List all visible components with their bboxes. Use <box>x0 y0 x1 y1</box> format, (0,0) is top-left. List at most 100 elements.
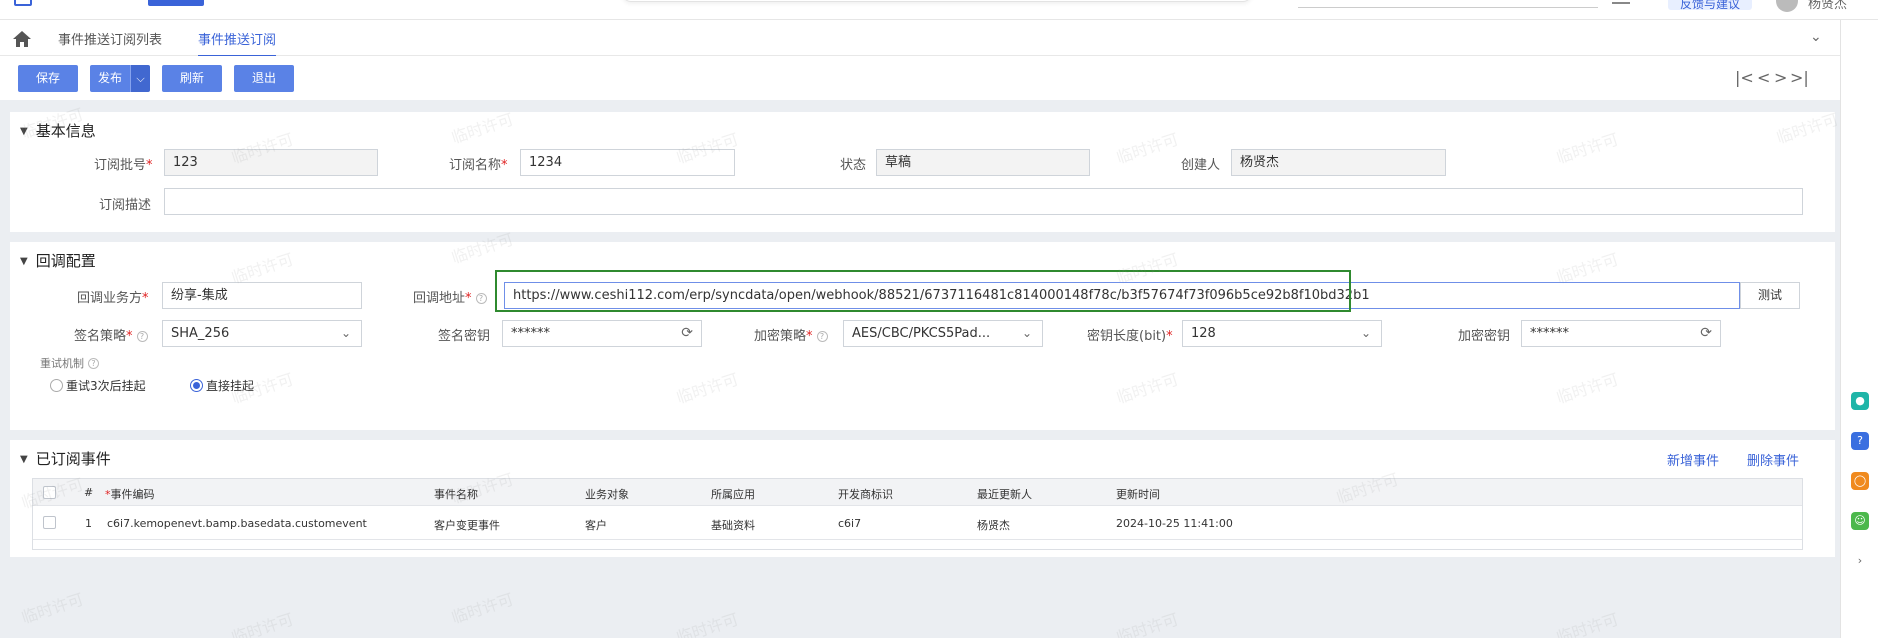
feedback-button[interactable]: 反馈与建议 <box>1668 0 1752 11</box>
sign-policy-label: 签名策略*? <box>74 325 148 344</box>
creator-label: 创建人 <box>1181 158 1221 173</box>
name-field[interactable]: 1234 <box>520 149 735 176</box>
party-field[interactable]: 纷享-集成 <box>162 282 362 309</box>
exit-button[interactable]: 退出 <box>234 65 294 92</box>
retry-label: 重试机制? <box>40 355 99 371</box>
toolbar: 保存 发布 ⌵ 刷新 退出 |< < > >| <box>0 56 1840 100</box>
desc-field[interactable] <box>164 188 1803 215</box>
encrypt-key-field[interactable]: ****** ⟳ <box>1521 320 1721 347</box>
name-label: 订阅名称* <box>449 158 508 173</box>
user-name[interactable]: 杨贤杰 <box>1808 0 1847 12</box>
events-title[interactable]: ▼ 已订阅事件 <box>20 448 111 469</box>
batch-label: 订阅批号* <box>94 158 153 173</box>
smile-icon[interactable]: ☺ <box>1851 512 1869 530</box>
cell-app: 基础资料 <box>711 519 755 532</box>
caret-down-icon[interactable]: ▼ <box>20 126 28 137</box>
refresh-icon[interactable]: ⟳ <box>681 321 693 346</box>
url-highlight-box <box>495 270 1351 312</box>
last-page-icon[interactable]: >| <box>1790 68 1809 87</box>
global-search-pill[interactable] <box>622 0 1252 2</box>
row-divider <box>33 539 1802 540</box>
help-icon[interactable]: ? <box>136 331 148 342</box>
key-length-label: 密钥长度(bit)* <box>1087 329 1173 344</box>
encrypt-policy-label: 加密策略*? <box>754 325 828 344</box>
select-all-checkbox[interactable] <box>43 486 56 499</box>
callback-title[interactable]: ▼ 回调配置 <box>20 250 96 271</box>
sign-key-label: 签名密钥 <box>438 329 491 344</box>
tab-subscription-list[interactable]: 事件推送订阅列表 <box>58 29 162 48</box>
basic-info-title[interactable]: ▼ 基本信息 <box>20 120 96 141</box>
avatar[interactable] <box>1776 0 1798 12</box>
chat-icon[interactable]: ● <box>1851 392 1869 410</box>
refresh-icon[interactable]: ⟳ <box>1700 321 1712 346</box>
radio-icon <box>50 379 63 392</box>
first-page-icon[interactable]: |< <box>1735 68 1754 87</box>
prev-page-icon[interactable]: < <box>1757 68 1770 87</box>
retry-option-direct[interactable]: 直接挂起 <box>190 377 254 394</box>
chevron-down-icon: ⌄ <box>1360 326 1371 340</box>
col-event-code: *事件编码 <box>105 488 155 501</box>
sign-policy-select[interactable]: SHA_256 ⌄ <box>162 320 362 347</box>
help-icon[interactable]: ? <box>88 358 99 369</box>
home-icon[interactable] <box>12 30 32 48</box>
publish-dropdown-button[interactable]: ⌵ <box>130 65 150 92</box>
brand-badge <box>148 0 204 6</box>
watermark: 临时许可 <box>229 609 296 638</box>
col-business-object: 业务对象 <box>585 488 629 501</box>
retry-option-3-times[interactable]: 重试3次后挂起 <box>50 377 146 394</box>
tab-subscription[interactable]: 事件推送订阅 <box>198 29 277 57</box>
encrypt-policy-select[interactable]: AES/CBC/PKCS5Pad... ⌄ <box>843 320 1043 347</box>
cell-event-code[interactable]: c6i7.kemopenevt.bamp.basedata.customeven… <box>107 517 367 530</box>
col-event-name: 事件名称 <box>434 488 478 501</box>
cell-updater: 杨贤杰 <box>977 519 1010 532</box>
app-grid-icon[interactable] <box>14 0 32 6</box>
help-icon[interactable]: ? <box>475 293 487 304</box>
col-updater: 最近更新人 <box>977 488 1032 501</box>
refresh-button[interactable]: 刷新 <box>162 65 222 92</box>
row-checkbox[interactable] <box>43 516 56 529</box>
help-icon[interactable]: ? <box>816 331 828 342</box>
events-table: # *事件编码 事件名称 业务对象 所属应用 开发商标识 最近更新人 更新时间 … <box>32 478 1803 550</box>
desc-label: 订阅描述 <box>99 198 152 213</box>
chevron-double-down-icon[interactable]: ⌄ <box>1810 29 1822 45</box>
col-app: 所属应用 <box>711 488 755 501</box>
watermark: 临时许可 <box>1114 609 1181 638</box>
watermark: 临时许可 <box>1554 609 1621 638</box>
cell-business-object: 客户 <box>585 519 607 532</box>
cell-update-time: 2024-10-25 11:41:00 <box>1116 517 1233 530</box>
help-center-icon[interactable]: ? <box>1851 432 1869 450</box>
menu-icon[interactable] <box>1612 0 1630 4</box>
chevron-down-icon: ⌄ <box>340 326 351 340</box>
chevron-right-icon[interactable]: › <box>1851 552 1869 570</box>
publish-button[interactable]: 发布 <box>90 65 130 92</box>
search-input[interactable] <box>1298 0 1598 8</box>
watermark: 临时许可 <box>449 589 516 628</box>
table-header: # *事件编码 事件名称 业务对象 所属应用 开发商标识 最近更新人 更新时间 <box>33 479 1802 506</box>
cell-index: 1 <box>85 517 92 530</box>
status-label: 状态 <box>840 158 867 173</box>
radio-selected-icon <box>190 379 203 392</box>
creator-field: 杨贤杰 <box>1231 149 1446 176</box>
caret-down-icon[interactable]: ▼ <box>20 454 28 465</box>
test-button[interactable]: 测试 <box>1740 282 1800 309</box>
col-update-time: 更新时间 <box>1116 488 1160 501</box>
sign-key-field[interactable]: ****** ⟳ <box>502 320 702 347</box>
col-index: # <box>84 486 94 499</box>
key-length-select[interactable]: 128 ⌄ <box>1182 320 1382 347</box>
status-field: 草稿 <box>876 149 1090 176</box>
headset-icon[interactable]: ◯ <box>1851 472 1869 490</box>
party-label: 回调业务方* <box>77 291 149 306</box>
encrypt-key-label: 加密密钥 <box>1458 329 1511 344</box>
next-page-icon[interactable]: > <box>1774 68 1787 87</box>
batch-field[interactable]: 123 <box>164 149 378 176</box>
chevron-down-icon: ⌄ <box>1021 326 1032 340</box>
add-event-link[interactable]: 新增事件 <box>1667 450 1719 469</box>
side-toolbar <box>1840 20 1878 638</box>
col-vendor: 开发商标识 <box>838 488 893 501</box>
save-button[interactable]: 保存 <box>18 65 78 92</box>
caret-down-icon[interactable]: ▼ <box>20 256 28 267</box>
cell-vendor: c6i7 <box>838 517 862 530</box>
watermark: 临时许可 <box>19 589 86 628</box>
watermark: 临时许可 <box>674 609 741 638</box>
delete-event-link[interactable]: 删除事件 <box>1747 450 1799 469</box>
